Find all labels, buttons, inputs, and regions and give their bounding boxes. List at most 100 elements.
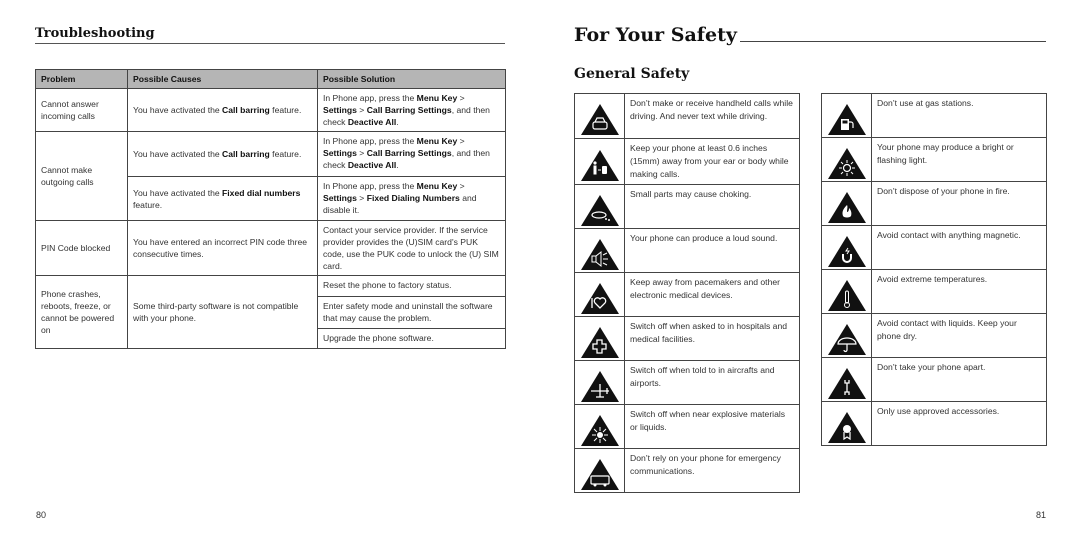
safety-icon-cell — [821, 357, 872, 402]
header-possible-causes: Possible Causes — [127, 69, 318, 89]
magnet-icon — [827, 235, 866, 267]
wrench-icon — [827, 367, 866, 399]
title-rule — [739, 41, 1046, 42]
solution-cell: Upgrade the phone software. — [317, 328, 506, 349]
safety-text: Avoid extreme temperatures. — [871, 269, 1047, 314]
bold-term: Menu Key — [416, 93, 458, 103]
safety-text: Switch off when near explosive materials… — [624, 404, 800, 449]
bold-term: Call Barring Settings — [366, 148, 452, 158]
bold-term: Menu Key — [416, 181, 458, 191]
bold-term: Menu Key — [416, 136, 458, 146]
safety-item: Don’t dispose of your phone in fire. — [821, 181, 1047, 226]
safety-icon-cell — [574, 228, 625, 273]
safety-icon-cell — [574, 272, 625, 317]
table-row: Phone crashes, reboots, freeze, or canno… — [35, 275, 506, 349]
safety-icon-cell — [574, 184, 625, 229]
gas-pump-icon — [827, 103, 866, 135]
table-header-row: Problem Possible Causes Possible Solutio… — [35, 69, 506, 89]
approved-badge-icon — [827, 411, 866, 443]
ambulance-icon — [580, 458, 619, 490]
page-title-text: For Your Safety — [574, 24, 737, 46]
safety-item: Your phone may produce a bright or flash… — [821, 137, 1047, 182]
safety-text: Don’t use at gas stations. — [871, 93, 1047, 138]
choking-icon — [580, 194, 619, 226]
safety-text: Switch off when told to in aircrafts and… — [624, 360, 800, 405]
safety-icon-cell — [574, 448, 625, 493]
safety-item: Don’t rely on your phone for emergency c… — [574, 448, 800, 493]
safety-item: Switch off when told to in aircrafts and… — [574, 360, 800, 405]
section-heading-troubleshooting: Troubleshooting — [35, 26, 505, 44]
page-number-right: 81 — [1036, 510, 1047, 520]
problem-cell: PIN Code blocked — [35, 220, 128, 276]
table-row: Cannot make outgoing calls You have acti… — [35, 131, 506, 221]
safety-text: Keep your phone at least 0.6 inches (15m… — [624, 138, 800, 185]
solution-cell: In Phone app, press the Menu Key > Setti… — [317, 88, 506, 132]
solution-cell: In Phone app, press the Menu Key > Setti… — [317, 176, 506, 221]
cause-cell: You have activated the Fixed dial number… — [127, 176, 318, 221]
page-title: For Your Safety — [574, 24, 1046, 46]
safety-text: Avoid contact with anything magnetic. — [871, 225, 1047, 270]
explosive-icon — [580, 414, 619, 446]
cause-cell: You have entered an incorrect PIN code t… — [127, 220, 318, 276]
thermometer-icon — [827, 279, 866, 311]
safety-text: Only use approved accessories. — [871, 401, 1047, 446]
umbrella-icon — [827, 323, 866, 355]
safety-icon-cell — [574, 316, 625, 361]
safety-item: Small parts may cause choking. — [574, 184, 800, 229]
safety-table-right: Don’t use at gas stations. Your phone may… — [821, 93, 1047, 446]
cause-cell: You have activated the Call barring feat… — [127, 88, 318, 132]
safety-item: Only use approved accessories. — [821, 401, 1047, 446]
bold-term: Deactive All — [347, 117, 397, 127]
safety-text: Your phone can produce a loud sound. — [624, 228, 800, 273]
safety-item: Keep your phone at least 0.6 inches (15m… — [574, 138, 800, 185]
safety-table-left: Don’t make or receive handheld calls whi… — [574, 93, 800, 493]
safety-item: Switch off when near explosive materials… — [574, 404, 800, 449]
table-row: PIN Code blocked You have entered an inc… — [35, 220, 506, 276]
safety-text: Keep away from pacemakers and other elec… — [624, 272, 800, 317]
safety-item: Switch off when asked to in hospitals an… — [574, 316, 800, 361]
problem-cell: Phone crashes, reboots, freeze, or canno… — [35, 275, 128, 349]
safety-icon-cell — [574, 360, 625, 405]
hospital-cross-icon — [580, 326, 619, 358]
bold-term: Deactive All — [347, 160, 397, 170]
airplane-icon — [580, 370, 619, 402]
bold-term: Call barring — [222, 105, 270, 115]
safety-icon-cell — [821, 269, 872, 314]
bold-term: Settings — [323, 193, 357, 203]
problem-cell: Cannot answer incoming calls — [35, 88, 128, 132]
safety-icon-cell — [821, 401, 872, 446]
bold-term: Settings — [323, 148, 357, 158]
flashing-light-icon — [827, 147, 866, 179]
loud-sound-icon — [580, 238, 619, 270]
safety-icon-cell — [821, 93, 872, 138]
safety-icon-cell — [821, 225, 872, 270]
solution-cell: Enter safety mode and uninstall the soft… — [317, 296, 506, 329]
page-number-left: 80 — [36, 510, 47, 520]
safety-text: Don’t make or receive handheld calls whi… — [624, 93, 800, 139]
solution-cell: Reset the phone to factory status. — [317, 275, 506, 297]
body-distance-icon — [580, 149, 619, 181]
safety-item: Don’t make or receive handheld calls whi… — [574, 93, 800, 139]
safety-text: Avoid contact with liquids. Keep your ph… — [871, 313, 1047, 358]
safety-icon-cell — [821, 181, 872, 226]
safety-icon-cell — [574, 404, 625, 449]
safety-text: Small parts may cause choking. — [624, 184, 800, 229]
table-row: Cannot answer incoming calls You have ac… — [35, 88, 506, 132]
safety-text: Don’t take your phone apart. — [871, 357, 1047, 402]
cause-cell: Some third-party software is not compati… — [127, 275, 318, 349]
header-possible-solution: Possible Solution — [317, 69, 506, 89]
fire-icon — [827, 191, 866, 223]
safety-icon-cell — [821, 313, 872, 358]
safety-text: Switch off when asked to in hospitals an… — [624, 316, 800, 361]
safety-item: Avoid contact with liquids. Keep your ph… — [821, 313, 1047, 358]
safety-item: Avoid contact with anything magnetic. — [821, 225, 1047, 270]
problem-cell: Cannot make outgoing calls — [35, 131, 128, 221]
section-subtitle: General Safety — [574, 66, 690, 82]
cause-cell: You have activated the Call barring feat… — [127, 131, 318, 177]
car-icon — [580, 104, 619, 135]
safety-item: Don’t take your phone apart. — [821, 357, 1047, 402]
solution-cell: In Phone app, press the Menu Key > Setti… — [317, 131, 506, 177]
safety-text: Don’t dispose of your phone in fire. — [871, 181, 1047, 226]
bold-term: Fixed Dialing Numbers — [366, 193, 460, 203]
safety-icon-cell — [821, 137, 872, 182]
